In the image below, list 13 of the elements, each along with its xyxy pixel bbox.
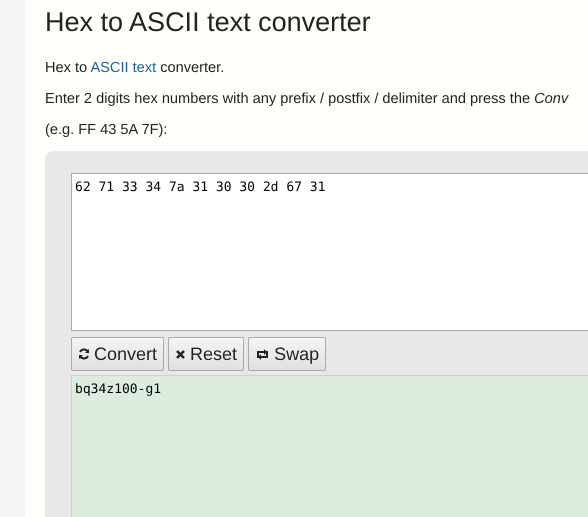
swap-icon [255, 348, 270, 360]
reset-button[interactable]: Reset [168, 337, 244, 371]
close-icon [175, 348, 186, 360]
instructions-text: Enter 2 digits hex numbers with any prefix / postfix / delimiter and press the Conv [45, 90, 570, 108]
hex-input-field[interactable]: 62 71 33 34 7a 31 30 30 2d 67 31 [71, 173, 588, 331]
ascii-link[interactable]: ASCII text [90, 60, 156, 76]
convert-button[interactable]: Convert [71, 337, 164, 371]
intro-text: Hex to ASCII text converter. [45, 59, 226, 77]
text-output-field[interactable]: bq34z100-g1 [71, 375, 588, 517]
example-text: (e.g. FF 43 5A 7F): [45, 121, 168, 139]
swap-button[interactable]: Swap [248, 337, 326, 371]
page-title: Hex to ASCII text converter [45, 6, 372, 39]
refresh-icon [78, 348, 90, 360]
